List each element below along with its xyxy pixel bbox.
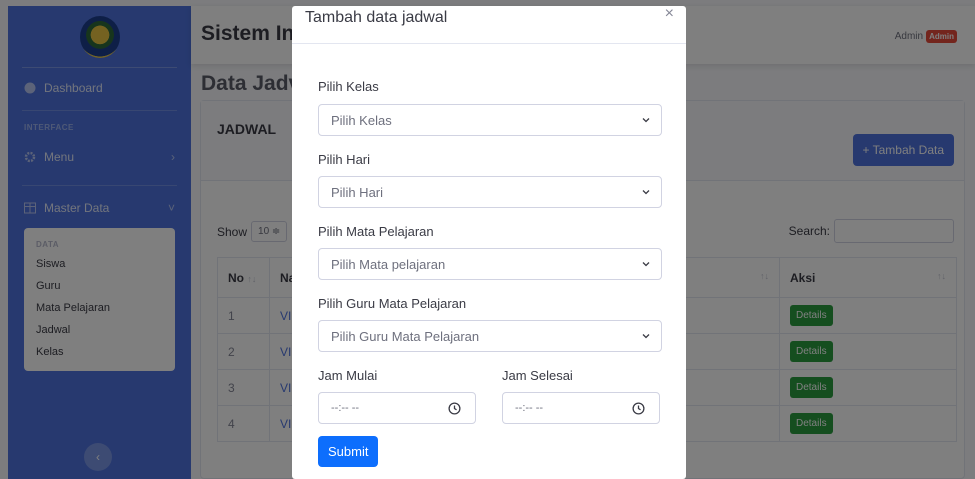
kelas-select[interactable]: Pilih Kelas: [318, 104, 662, 136]
jam-selesai-input[interactable]: --:-- --: [502, 392, 660, 424]
jam-selesai-label: Jam Selesai: [502, 368, 573, 383]
chevron-down-icon: [642, 334, 650, 339]
modal-header: Tambah data jadwal ×: [292, 5, 686, 44]
add-jadwal-modal: Tambah data jadwal × Pilih Kelas Pilih K…: [292, 5, 686, 479]
mapel-select[interactable]: Pilih Mata pelajaran: [318, 248, 662, 280]
hari-select-value: Pilih Hari: [331, 184, 384, 200]
clock-icon[interactable]: [448, 402, 461, 415]
jam-mulai-value: --:-- --: [331, 402, 360, 414]
guru-select-value: Pilih Guru Mata Pelajaran: [331, 328, 480, 344]
chevron-down-icon: [642, 118, 650, 123]
mapel-select-value: Pilih Mata pelajaran: [331, 256, 446, 272]
close-icon[interactable]: ×: [665, 5, 674, 23]
jam-mulai-input[interactable]: --:-- --: [318, 392, 476, 424]
modal-title: Tambah data jadwal: [305, 9, 448, 26]
kelas-label: Pilih Kelas: [318, 79, 379, 94]
guru-label: Pilih Guru Mata Pelajaran: [318, 296, 467, 311]
clock-icon[interactable]: [632, 402, 645, 415]
jam-selesai-value: --:-- --: [515, 402, 544, 414]
chevron-down-icon: [642, 190, 650, 195]
guru-select[interactable]: Pilih Guru Mata Pelajaran: [318, 320, 662, 352]
submit-button[interactable]: Submit: [318, 436, 379, 467]
mapel-label: Pilih Mata Pelajaran: [318, 224, 434, 239]
kelas-select-value: Pilih Kelas: [331, 112, 392, 128]
hari-select[interactable]: Pilih Hari: [318, 176, 662, 208]
chevron-down-icon: [642, 262, 650, 267]
jam-mulai-label: Jam Mulai: [318, 368, 378, 383]
hari-label: Pilih Hari: [318, 152, 371, 167]
